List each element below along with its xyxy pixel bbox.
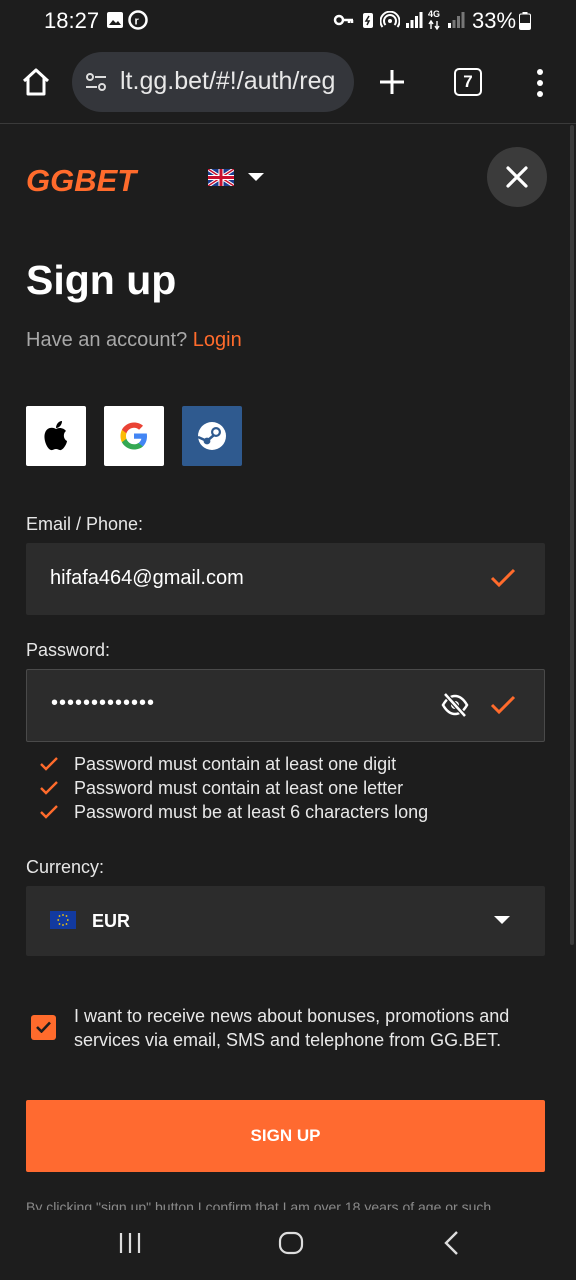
signal-2-icon [448,12,465,28]
tab-switcher-button[interactable]: 7 [454,68,482,96]
hotspot-icon [380,11,400,28]
more-menu-icon[interactable] [534,68,546,98]
r-app-icon: r [128,10,148,30]
chevron-down-icon[interactable] [494,916,510,924]
password-label: Password: [26,640,111,660]
ggbet-logo[interactable]: GGBET [26,163,136,199]
steam-icon [197,422,226,450]
eu-flag-icon [50,911,76,929]
have-account-text: Have an account? Login [26,329,242,351]
google-signin-button[interactable] [104,406,164,466]
email-field[interactable]: hifafa464@gmail.com [26,543,545,615]
home-nav-icon[interactable] [278,1231,304,1255]
home-icon[interactable] [20,66,52,98]
toggle-visibility-icon[interactable] [441,692,469,718]
network-type: 4G [428,9,441,19]
gallery-icon [107,12,123,28]
new-tab-icon[interactable] [378,68,406,96]
email-value[interactable]: hifafa464@gmail.com [50,567,244,590]
password-field[interactable]: ••••••••••••• [26,669,545,742]
signal-icon [406,12,423,28]
email-valid-check-icon [490,568,516,588]
signup-page: GGBET Sign up Have an account? Login Ema… [0,125,576,1210]
email-label: Email / Phone: [26,514,144,534]
battery-saver-icon [363,13,373,28]
system-nav-bar [0,1210,576,1280]
url-text[interactable]: lt.gg.bet/#!/auth/reg [120,67,350,96]
status-bar: 18:27 r 4G 33% [0,0,576,42]
battery-icon [519,12,531,30]
google-icon [120,422,147,450]
svg-text:r: r [135,16,140,28]
data-arrows-icon [428,20,440,30]
scrollbar[interactable] [570,125,574,945]
apple-icon [44,421,67,451]
language-dropdown-icon[interactable] [248,173,264,181]
back-icon[interactable] [442,1230,462,1256]
currency-select[interactable]: EUR [26,886,545,956]
rule-check-icon [40,781,58,795]
currency-label: Currency: [26,857,105,877]
currency-value[interactable]: EUR [92,911,130,932]
close-button[interactable] [487,147,547,207]
rule-check-icon [40,757,58,771]
password-valid-check-icon [490,695,516,715]
page-title: Sign up [26,257,177,303]
password-value[interactable]: ••••••••••••• [51,692,155,715]
browser-toolbar: lt.gg.bet/#!/auth/reg 7 [0,42,576,124]
rule-check-icon [40,805,58,819]
status-time: 18:27 [44,8,100,33]
checkbox-check-icon [36,1021,51,1033]
consent-label[interactable]: I want to receive news about bonuses, pr… [74,1004,534,1052]
battery-percent: 33% [472,8,517,33]
site-settings-icon[interactable] [84,70,108,94]
address-bar[interactable]: lt.gg.bet/#!/auth/reg [72,52,354,112]
signup-button[interactable]: SIGN UP [26,1100,545,1172]
uk-flag-icon[interactable] [208,169,234,186]
steam-signin-button[interactable] [182,406,242,466]
apple-signin-button[interactable] [26,406,86,466]
login-link[interactable]: Login [193,329,242,351]
age-disclaimer: By clicking "sign up" button I confirm t… [26,1199,492,1210]
recent-apps-icon[interactable] [118,1231,142,1255]
close-icon [506,166,528,188]
key-icon [333,14,354,26]
consent-checkbox[interactable] [31,1015,56,1040]
